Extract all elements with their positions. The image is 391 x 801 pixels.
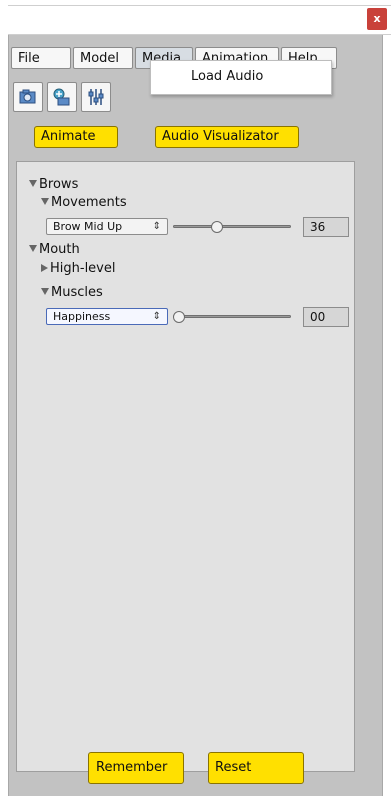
camera-icon bbox=[19, 89, 36, 104]
reset-button[interactable]: Reset bbox=[208, 752, 304, 784]
expanded-arrow-icon bbox=[29, 245, 37, 252]
camera-button[interactable] bbox=[13, 82, 43, 112]
expanded-arrow-icon bbox=[41, 288, 49, 295]
muscles-foldout[interactable]: Muscles bbox=[41, 285, 103, 300]
muscle-value-field[interactable]: 00 bbox=[303, 307, 349, 327]
movements-foldout[interactable]: Movements bbox=[41, 195, 127, 210]
sliders-icon bbox=[88, 89, 104, 105]
brow-slider-track[interactable] bbox=[173, 225, 291, 228]
title-bar: x bbox=[8, 5, 391, 35]
mouth-foldout[interactable]: Mouth bbox=[29, 242, 80, 257]
select-arrows-icon: ⇕ bbox=[152, 221, 161, 232]
brow-slider-knob[interactable] bbox=[211, 221, 224, 233]
audio-visualizator-button[interactable]: Audio Visualizator bbox=[155, 126, 299, 148]
remember-button[interactable]: Remember bbox=[88, 752, 184, 784]
high-level-label: High-level bbox=[50, 261, 116, 276]
brow-movement-select[interactable]: Brow Mid Up ⇕ bbox=[46, 218, 168, 235]
brow-value-field[interactable]: 36 bbox=[303, 217, 349, 237]
brows-foldout[interactable]: Brows bbox=[29, 177, 78, 192]
load-audio-menu-item[interactable]: Load Audio bbox=[191, 69, 263, 84]
muscle-select-value: Happiness bbox=[53, 310, 111, 323]
animate-button[interactable]: Animate bbox=[34, 126, 118, 148]
muscles-label: Muscles bbox=[51, 285, 103, 300]
close-button[interactable]: x bbox=[367, 8, 387, 30]
muscle-slider-track[interactable] bbox=[173, 315, 291, 318]
movements-label: Movements bbox=[51, 195, 127, 210]
camera-add-button[interactable] bbox=[47, 82, 77, 112]
collapsed-arrow-icon bbox=[41, 264, 48, 272]
brows-label: Brows bbox=[39, 177, 79, 192]
brow-movement-select-value: Brow Mid Up bbox=[53, 220, 123, 233]
muscle-slider-knob[interactable] bbox=[173, 311, 185, 323]
controls-panel: Brows Movements Brow Mid Up ⇕ 36 Mouth H… bbox=[16, 161, 355, 784]
menu-file[interactable]: File bbox=[11, 47, 71, 69]
expanded-arrow-icon bbox=[29, 180, 37, 187]
expanded-arrow-icon bbox=[41, 198, 49, 205]
sliders-button[interactable] bbox=[81, 82, 111, 112]
select-arrows-icon: ⇕ bbox=[152, 311, 161, 322]
muscle-select[interactable]: Happiness ⇕ bbox=[46, 308, 168, 325]
media-dropdown-menu: Load Audio bbox=[150, 60, 332, 95]
mouth-label: Mouth bbox=[39, 242, 80, 257]
menu-model[interactable]: Model bbox=[73, 47, 133, 69]
high-level-foldout[interactable]: High-level bbox=[41, 261, 115, 276]
camera-add-icon bbox=[53, 88, 70, 106]
